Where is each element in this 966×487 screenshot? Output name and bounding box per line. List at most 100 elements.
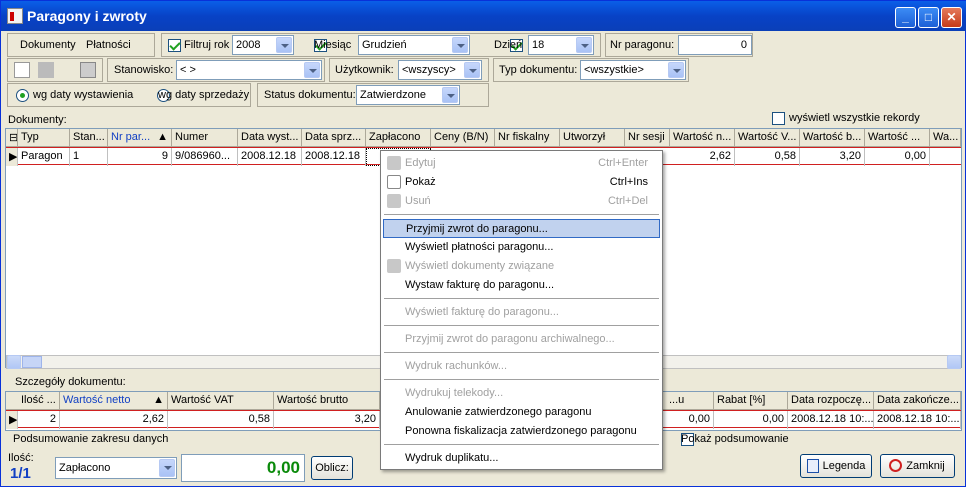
col-numer[interactable]: Numer <box>172 129 238 146</box>
col-detail-start[interactable]: Data rozpoczę... <box>788 392 874 409</box>
cell-nr-par: 9 <box>108 148 172 166</box>
amount-field: 0,00 <box>181 454 305 482</box>
tab-platnosci[interactable]: Płatności <box>86 39 131 51</box>
menu-item-zwrot-archiwalny[interactable]: Przyjmij zwrot do paragonu archiwalnego.… <box>383 330 660 349</box>
show-all-checkbox[interactable] <box>772 112 785 125</box>
documents-icon[interactable] <box>80 62 96 78</box>
cell-detail-end: 2008.12.18 10:... <box>874 411 961 429</box>
delete-icon[interactable] <box>38 62 54 78</box>
paid-select[interactable]: Zapłacono <box>55 457 177 479</box>
col-nr-fiskalny[interactable]: Nr fiskalny <box>495 129 560 146</box>
row-indicator-icon: ▶ <box>6 148 18 166</box>
menu-item-edytuj[interactable]: Edytuj Ctrl+Enter <box>383 154 660 173</box>
sort-asc-icon: ▲ <box>157 131 168 143</box>
chevron-down-icon <box>452 37 468 53</box>
preview-icon[interactable] <box>14 62 30 78</box>
menu-item-platnosci[interactable]: Wyświetl płatności paragonu... <box>383 238 660 257</box>
menu-item-wystaw-fakture[interactable]: Wystaw fakturę do paragonu... <box>383 276 660 295</box>
col-wartosc-other[interactable]: Wartość ... <box>865 129 930 146</box>
year-select[interactable]: 2008 <box>232 35 294 55</box>
menu-separator <box>384 379 659 380</box>
col-detail-u[interactable]: ...u <box>666 392 714 409</box>
cell-data-sprz: 2008.12.18 <box>302 148 366 166</box>
filter-year-checkbox[interactable] <box>168 39 181 52</box>
col-zaplacono[interactable]: Zapłacono <box>366 129 431 146</box>
col-detail-netto[interactable]: Wartość netto ▲ <box>60 392 168 409</box>
calculate-button[interactable]: Oblicz: <box>311 456 353 480</box>
col-typ[interactable]: Typ <box>18 129 70 146</box>
close-button[interactable]: Zamknij <box>880 454 955 478</box>
legend-button[interactable]: Legenda <box>800 454 872 478</box>
col-data-sprz[interactable]: Data sprz... <box>302 129 366 146</box>
col-wartosc-vat[interactable]: Wartość V... <box>735 129 800 146</box>
month-select[interactable]: Grudzień <box>358 35 470 55</box>
doctype-select[interactable]: <wszystkie> <box>580 60 686 80</box>
station-panel: Stanowisko: < > <box>107 58 325 82</box>
chevron-down-icon <box>304 62 320 78</box>
minimize-button[interactable]: _ <box>895 7 916 28</box>
header-menu-icon[interactable]: ⊟ <box>6 129 18 146</box>
tab-strip: Dokumenty Płatności <box>7 33 155 57</box>
status-select[interactable]: Zatwierdzone <box>356 85 460 105</box>
menu-item-anulowanie[interactable]: Anulowanie zatwierdzonego paragonu <box>383 403 660 422</box>
col-detail-brutto[interactable]: Wartość brutto <box>274 392 380 409</box>
menu-item-usun[interactable]: Usuń Ctrl+Del <box>383 192 660 211</box>
chevron-down-icon <box>576 37 592 53</box>
receipt-no-panel: Nr paragonu: 0 <box>605 33 753 57</box>
menu-item-pokaz[interactable]: Pokaż Ctrl+Ins <box>383 173 660 192</box>
col-nr-sesji[interactable]: Nr sesji <box>625 129 670 146</box>
day-select[interactable]: 18 <box>528 35 594 55</box>
menu-item-wyswietl-fakture[interactable]: Wyświetl fakturę do paragonu... <box>383 303 660 322</box>
col-detail-vat[interactable]: Wartość VAT <box>168 392 274 409</box>
cell-data-wyst: 2008.12.18 <box>238 148 302 166</box>
edit-icon <box>387 156 401 170</box>
sort-asc-icon: ▲ <box>153 394 164 406</box>
user-select[interactable]: <wszyscy> <box>398 60 482 80</box>
title-bar[interactable]: Paragony i zwroty _ □ ✕ <box>1 1 966 31</box>
menu-item-fiskalizacja[interactable]: Ponowna fiskalizacja zatwierdzonego para… <box>383 422 660 441</box>
receipt-no-label: Nr paragonu: <box>610 39 675 51</box>
col-wa[interactable]: Wa... <box>930 129 961 146</box>
menu-item-wydruk-duplikatu[interactable]: Wydruk duplikatu... <box>383 449 660 468</box>
menu-item-dokumenty-zwiazane[interactable]: Wyświetl dokumenty związane <box>383 257 660 276</box>
cell-wartosc-other: 0,00 <box>865 148 930 166</box>
details-label: Szczegóły dokumentu: <box>15 376 126 388</box>
context-menu: Edytuj Ctrl+Enter Pokaż Ctrl+Ins Usuń Ctrl+… <box>380 150 663 470</box>
menu-item-przyjmij-zwrot[interactable]: Przyjmij zwrot do paragonu... <box>383 219 660 238</box>
summary-label: Podsumowanie zakresu danych <box>13 433 169 445</box>
tab-dokumenty[interactable]: Dokumenty <box>20 39 76 51</box>
col-data-wyst[interactable]: Data wyst... <box>238 129 302 146</box>
power-icon <box>889 459 902 472</box>
chevron-down-icon <box>464 62 480 78</box>
cell-detail-start: 2008.12.18 10:... <box>788 411 874 429</box>
icon-toolbar <box>7 58 103 82</box>
maximize-button[interactable]: □ <box>918 7 939 28</box>
scroll-right-icon[interactable] <box>947 355 961 369</box>
menu-separator <box>384 214 659 215</box>
col-ilosc[interactable]: Ilość ... <box>18 392 60 409</box>
col-wartosc-brutto[interactable]: Wartość b... <box>800 129 865 146</box>
date-filter-panel: Filtruj rok 2008 Miesiąc Grudzień Dzień … <box>161 33 601 57</box>
col-nr-par[interactable]: Nr par... ▲ <box>108 129 172 146</box>
col-wartosc-netto[interactable]: Wartość n... <box>670 129 735 146</box>
col-stan[interactable]: Stan... <box>70 129 108 146</box>
col-utworzyl[interactable]: Utworzył <box>560 129 625 146</box>
menu-separator <box>384 352 659 353</box>
col-ceny[interactable]: Ceny (B/N) <box>431 129 495 146</box>
close-window-button[interactable]: ✕ <box>941 7 962 28</box>
radio-sale-date-label: wg daty sprzedaży <box>158 89 250 101</box>
menu-item-wydruk-rachunkow[interactable]: Wydruk rachunków... <box>383 357 660 376</box>
menu-separator <box>384 298 659 299</box>
station-select[interactable]: < > <box>176 60 322 80</box>
scroll-thumb[interactable] <box>22 356 42 368</box>
chevron-down-icon <box>668 62 684 78</box>
receipt-no-input[interactable]: 0 <box>678 35 752 55</box>
doctype-label: Typ dokumentu: <box>499 64 578 76</box>
col-detail-rabat[interactable]: Rabat [%] <box>714 392 788 409</box>
col-detail-end[interactable]: Data zakończe... <box>874 392 961 409</box>
scroll-left-icon[interactable] <box>7 355 21 369</box>
radio-issue-date[interactable] <box>16 89 29 102</box>
cell-detail-netto: 2,62 <box>60 411 168 429</box>
menu-item-telekody[interactable]: Wydrukuj telekody... <box>383 384 660 403</box>
documents-icon <box>387 259 401 273</box>
